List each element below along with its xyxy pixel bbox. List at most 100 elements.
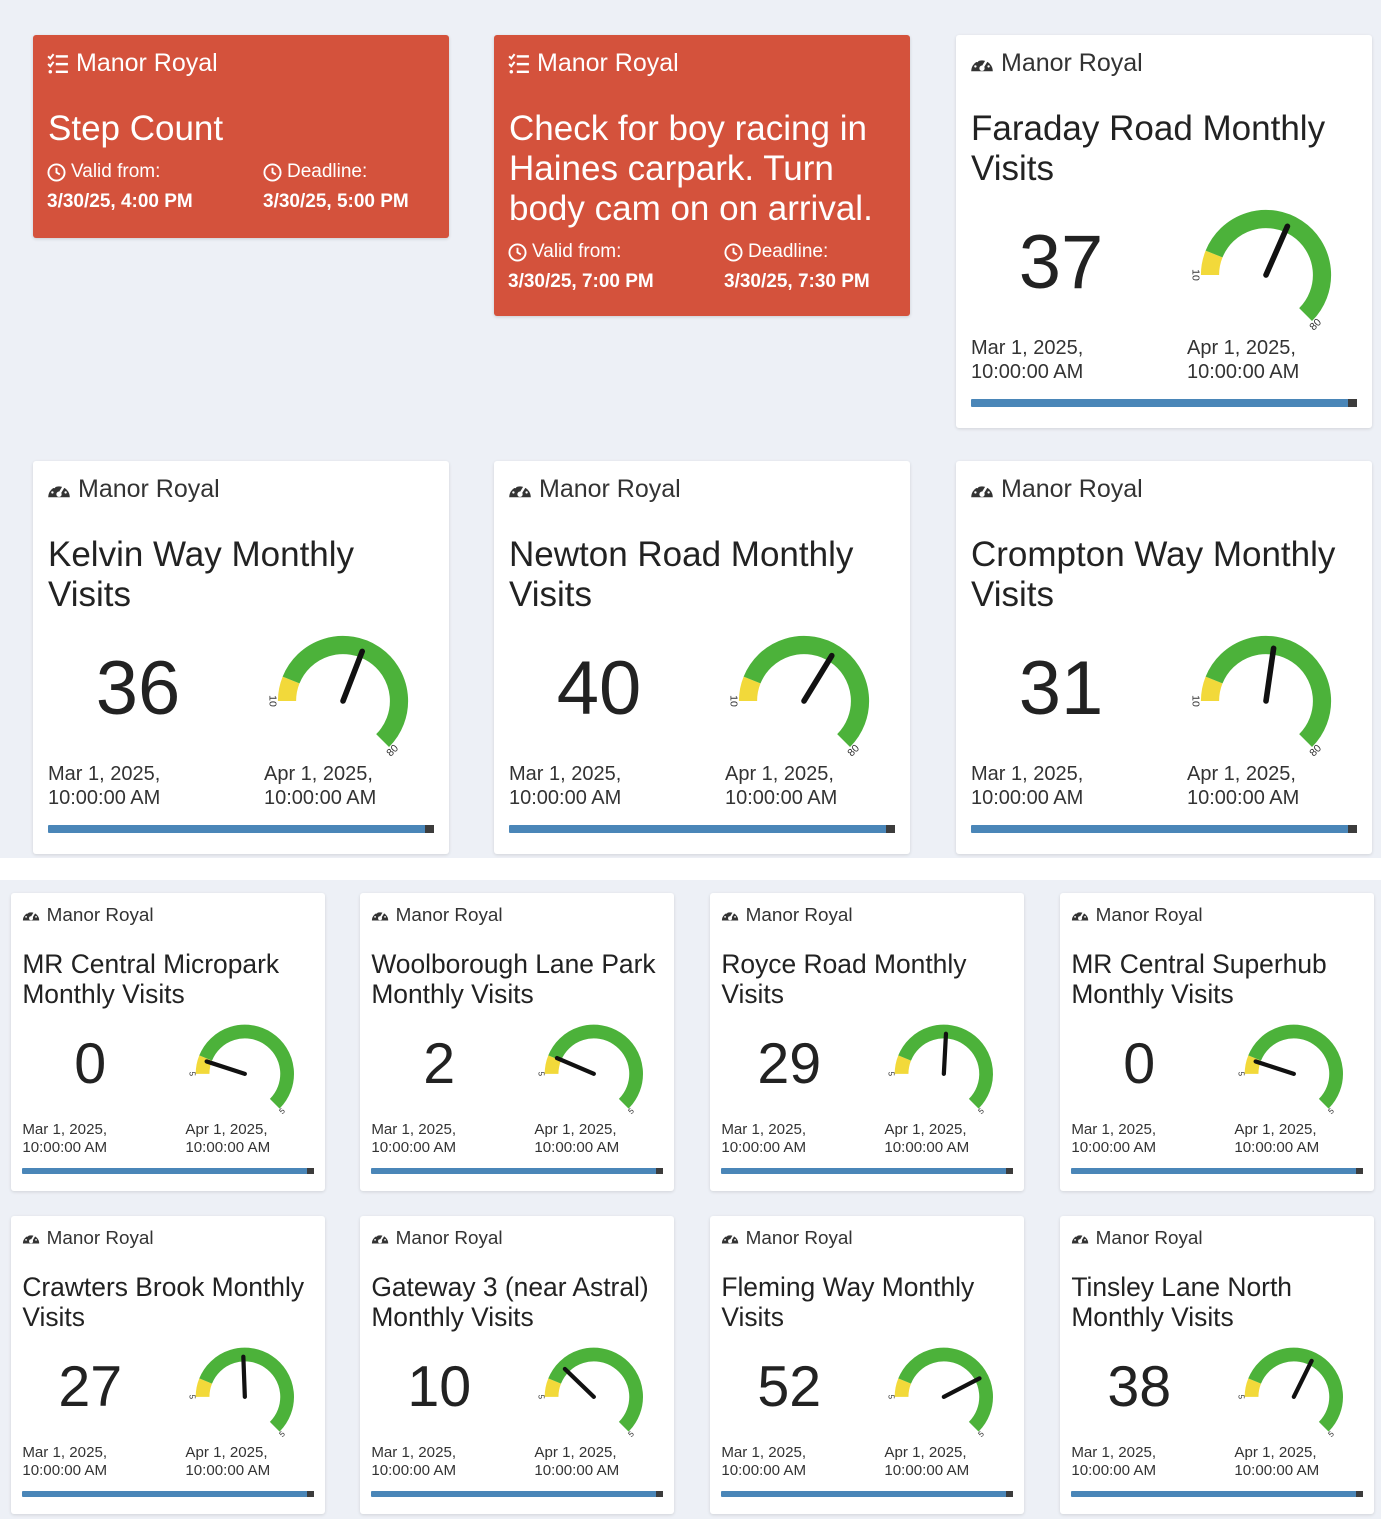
period-start-date: Mar 1, 2025, [371, 1444, 457, 1461]
gauge-needle [1263, 645, 1277, 704]
period-start-date: Mar 1, 2025, [721, 1444, 807, 1461]
period-start: Mar 1, 2025, 10:00:00 AM [971, 337, 1083, 384]
meter-card[interactable]: Manor Royal Newton Road Monthly Visits 40 1… [494, 461, 910, 854]
gauge-low-band [544, 1055, 562, 1075]
meter-title: Woolborough Lane Park Monthly Visits [371, 948, 656, 1010]
task-card[interactable]: Manor Royal Check for boy racing in Haine… [494, 35, 910, 316]
period-end-date: Apr 1, 2025, [884, 1444, 967, 1461]
meter-card[interactable]: Manor Royal Crompton Way Monthly Visits 31… [956, 461, 1372, 854]
period-start: Mar 1, 2025, 10:00:00 AM [371, 1121, 456, 1157]
visits-gauge: 1080 [267, 635, 409, 759]
card-site-header: Manor Royal [970, 49, 1143, 78]
deadline-value: 3/30/25, 5:00 PM [263, 191, 409, 212]
meter-card[interactable]: Manor Royal Faraday Road Monthly Visits 37… [956, 35, 1372, 428]
period-start-date: Mar 1, 2025, [22, 1121, 108, 1138]
meter-value: 0 [1123, 1032, 1156, 1097]
site-name: Manor Royal [78, 475, 220, 503]
gauge-ok-band [199, 1025, 295, 1109]
period-progress-end [306, 1167, 314, 1174]
period-start-time: 10:00:00 AM [721, 1138, 807, 1156]
meter-title: Tinsley Lane North Monthly Visits [1071, 1271, 1292, 1333]
visits-gauge: 55 [1237, 1025, 1344, 1116]
gauge-ok-band [1248, 1025, 1344, 1109]
gauge-min-label: 5 [887, 1395, 896, 1400]
gauge-max-label: 5 [627, 1106, 637, 1116]
meter-value: 27 [58, 1355, 123, 1420]
site-name: Manor Royal [46, 1226, 154, 1248]
period-end-date: Apr 1, 2025, [1234, 1121, 1317, 1138]
task-title: Check for boy racing in Haines carpark. … [509, 109, 873, 228]
site-name: Manor Royal [745, 903, 853, 925]
period-end: Apr 1, 2025, 10:00:00 AM [884, 1121, 969, 1157]
period-start: Mar 1, 2025, 10:00:00 AM [371, 1444, 456, 1480]
period-end-time: 10:00:00 AM [1187, 786, 1300, 809]
meter-card[interactable]: Manor Royal MR Central Superhub Monthly V… [1060, 893, 1374, 1191]
period-end-date: Apr 1, 2025, [1187, 763, 1296, 785]
meter-card[interactable]: Manor Royal Crawters Brook Monthly Visits… [11, 1216, 325, 1514]
meter-card[interactable]: Manor Royal Kelvin Way Monthly Visits 36 10… [33, 461, 449, 854]
gauge-min-label: 5 [1237, 1072, 1246, 1077]
clock-icon [47, 162, 66, 182]
period-end-time: 10:00:00 AM [534, 1138, 620, 1156]
period-end-date: Apr 1, 2025, [725, 763, 834, 785]
period-progress-end [1005, 1490, 1013, 1497]
period-end: Apr 1, 2025, 10:00:00 AM [534, 1444, 619, 1480]
card-site-header: Manor Royal [508, 475, 681, 504]
period-start-time: 10:00:00 AM [1071, 1138, 1157, 1156]
period-end-date: Apr 1, 2025, [534, 1444, 617, 1461]
period-end-time: 10:00:00 AM [725, 786, 838, 809]
meter-card[interactable]: Manor Royal Woolborough Lane Park Monthly… [360, 893, 674, 1191]
period-progress-bar [371, 1490, 663, 1497]
site-name: Manor Royal [745, 1226, 853, 1248]
period-start: Mar 1, 2025, 10:00:00 AM [22, 1444, 107, 1480]
period-start: Mar 1, 2025, 10:00:00 AM [1071, 1121, 1156, 1157]
gauge-icon [22, 909, 39, 920]
meter-card[interactable]: Manor Royal MR Central Micropark Monthly … [11, 893, 325, 1191]
gauge-icon [1071, 909, 1088, 920]
gauge-needle [1253, 1059, 1297, 1077]
meter-value: 52 [757, 1355, 822, 1420]
meter-title: Newton Road Monthly Visits [509, 535, 854, 614]
gauge-low-band [1200, 250, 1223, 276]
gauge-min-label: 5 [537, 1072, 546, 1077]
meter-title: Gateway 3 (near Astral) Monthly Visits [371, 1271, 649, 1333]
period-start-time: 10:00:00 AM [371, 1461, 457, 1479]
meter-card[interactable]: Manor Royal Gateway 3 (near Astral) Month… [360, 1216, 674, 1514]
gauge-min-label: 5 [1237, 1395, 1246, 1400]
period-start-time: 10:00:00 AM [971, 360, 1084, 383]
gauge-low-band [1200, 676, 1223, 702]
visits-gauge: 55 [537, 1025, 644, 1116]
period-start-date: Mar 1, 2025, [371, 1121, 457, 1138]
meter-card[interactable]: Manor Royal Fleming Way Monthly Visits 52 5… [710, 1216, 1024, 1514]
meter-value: 37 [1018, 220, 1104, 305]
meter-card[interactable]: Manor Royal Tinsley Lane North Monthly Vi… [1060, 1216, 1374, 1514]
task-title: Step Count [48, 109, 224, 148]
gauge-icon [971, 56, 993, 71]
site-name: Manor Royal [395, 1226, 503, 1248]
gauge-needle [801, 652, 835, 704]
clock-icon [724, 242, 743, 262]
card-site-header: Manor Royal [371, 1227, 503, 1249]
site-name: Manor Royal [395, 903, 503, 925]
card-site-header: Manor Royal [508, 49, 679, 78]
gauge-needle [241, 1354, 248, 1400]
card-site-header: Manor Royal [47, 49, 218, 78]
meter-title: MR Central Superhub Monthly Visits [1071, 948, 1327, 1010]
period-end-time: 10:00:00 AM [185, 1461, 271, 1479]
period-start-time: 10:00:00 AM [22, 1461, 108, 1479]
period-end-date: Apr 1, 2025, [1234, 1444, 1317, 1461]
period-end-date: Apr 1, 2025, [185, 1121, 268, 1138]
gauge-icon [371, 909, 388, 920]
gauge-min-label: 5 [188, 1072, 197, 1077]
deadline-label-text: Deadline: [287, 161, 368, 182]
period-start-time: 10:00:00 AM [509, 786, 622, 809]
gauge-needle [562, 1367, 597, 1400]
meter-title: Crompton Way Monthly Visits [971, 535, 1336, 614]
gauge-icon [509, 482, 531, 497]
meter-card[interactable]: Manor Royal Royce Road Monthly Visits 29 5 5… [710, 893, 1024, 1191]
gauge-needle [941, 1031, 949, 1077]
gauge-needle [1291, 1359, 1314, 1400]
period-progress-end [655, 1167, 663, 1174]
task-card[interactable]: Manor Royal Step Count Valid from: 3/30/25,… [33, 35, 449, 238]
visits-gauge: 55 [188, 1348, 295, 1439]
